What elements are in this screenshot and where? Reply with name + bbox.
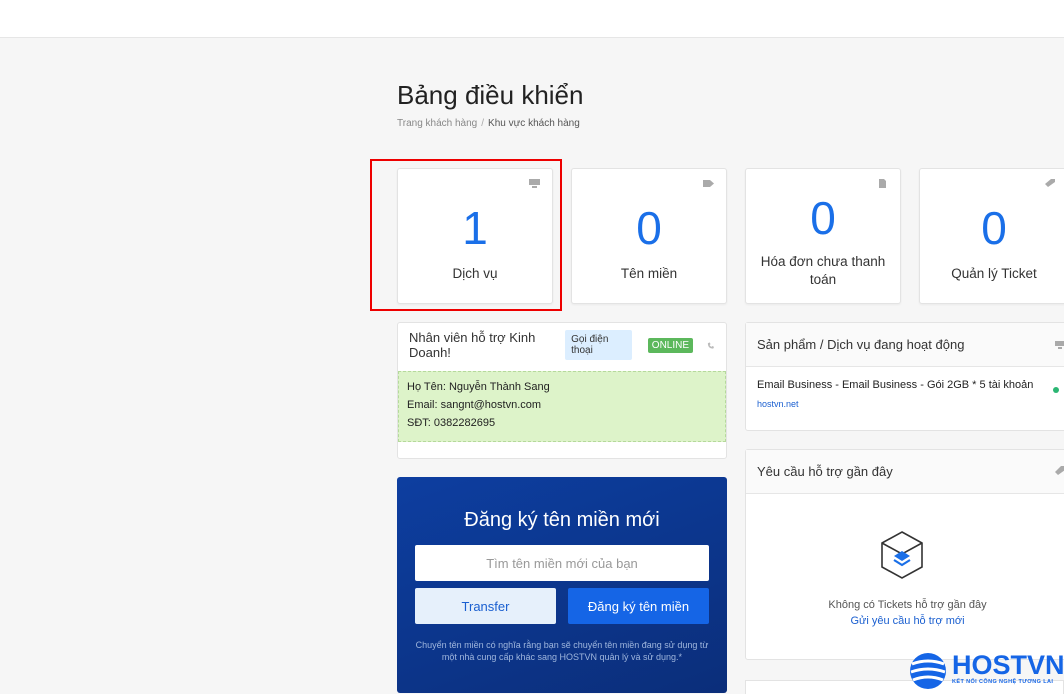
breadcrumb-current: Khu vực khách hàng	[488, 118, 580, 129]
active-services-title: Sản phẩm / Dịch vụ đang hoạt động	[757, 337, 965, 352]
active-services-card: Sản phẩm / Dịch vụ đang hoạt động Email …	[745, 322, 1064, 431]
stat-value: 0	[810, 192, 836, 244]
breadcrumb: Trang khách hàng / Khu vực khách hàng	[397, 118, 580, 129]
stat-card-tickets[interactable]: 0 Quản lý Ticket	[919, 168, 1064, 304]
transfer-note: Chuyển tên miền có nghĩa rằng bạn sẽ chu…	[415, 640, 709, 662]
monitor-icon	[1055, 341, 1064, 349]
stat-card-services[interactable]: 1 Dịch vụ	[397, 168, 553, 304]
service-name: Email Business - Email Business - Gói 2G…	[757, 379, 1034, 391]
domain-register-title: Đăng ký tên miền mới	[464, 509, 660, 531]
stat-card-invoices[interactable]: 0 Hóa đơn chưa thanh toán	[745, 168, 901, 304]
stat-label: Quản lý Ticket	[951, 266, 1037, 281]
logo-mark-icon	[910, 653, 946, 689]
document-icon	[879, 179, 886, 188]
support-staff-card: Nhân viên hỗ trợ Kinh Doanh! Gọi điện th…	[397, 322, 727, 459]
stat-value: 1	[462, 202, 488, 254]
contact-info-box: Họ Tên: Nguyễn Thành Sang Email: sangnt@…	[398, 371, 726, 442]
contact-name: Họ Tên: Nguyễn Thành Sang	[407, 381, 550, 393]
domain-register-panel: Đăng ký tên miền mới Transfer Đăng ký tê…	[397, 477, 727, 693]
recent-tickets-header: Yêu cầu hỗ trợ gần đây	[746, 450, 1064, 494]
support-card-title: Nhân viên hỗ trợ Kinh Doanh!	[409, 330, 536, 360]
active-status-dot	[1053, 387, 1059, 393]
logo-tagline: KẾT NỐI CÔNG NGHỆ TƯƠNG LAI	[952, 679, 1054, 685]
contact-email: Email: sangnt@hostvn.com	[407, 399, 542, 411]
tag-icon	[703, 180, 714, 187]
support-card-header: Nhân viên hỗ trợ Kinh Doanh! Gọi điện th…	[398, 323, 726, 367]
domain-search-input[interactable]	[415, 545, 709, 581]
stat-label: Hóa đơn chưa thanh toán	[760, 254, 886, 287]
breadcrumb-separator: /	[481, 118, 485, 129]
page-title: Bảng điều khiển	[397, 80, 584, 110]
breadcrumb-home-link[interactable]: Trang khách hàng	[397, 118, 477, 129]
stat-label: Dịch vụ	[452, 266, 498, 281]
empty-inbox-icon	[880, 531, 923, 579]
phone-icon	[707, 341, 715, 349]
hostvn-logo: HOSTVN KẾT NỐI CÔNG NGHỆ TƯƠNG LAI	[908, 648, 1064, 694]
recent-tickets-title: Yêu cầu hỗ trợ gần đây	[757, 464, 893, 479]
top-bar	[0, 0, 1064, 38]
stat-card-domains[interactable]: 0 Tên miền	[571, 168, 727, 304]
new-ticket-link[interactable]: Gửi yêu cầu hỗ trợ mới	[746, 615, 1064, 627]
stat-value: 0	[981, 202, 1007, 254]
contact-phone: SĐT: 0382282695	[407, 417, 496, 429]
transfer-button[interactable]: Transfer	[415, 588, 556, 624]
monitor-icon	[529, 179, 540, 188]
stat-value: 0	[636, 202, 662, 254]
logo-name: HOSTVN	[952, 650, 1064, 680]
active-services-header: Sản phẩm / Dịch vụ đang hoạt động	[746, 323, 1064, 367]
stat-label: Tên miền	[620, 266, 678, 281]
empty-tickets: Không có Tickets hỗ trợ gần đây Gửi yêu …	[746, 494, 1064, 627]
ticket-icon	[1055, 466, 1064, 475]
service-item[interactable]: Email Business - Email Business - Gói 2G…	[746, 367, 1064, 421]
call-button[interactable]: Gọi điện thoại	[565, 330, 632, 360]
empty-tickets-text: Không có Tickets hỗ trợ gần đây	[828, 599, 987, 611]
online-status-badge: ONLINE	[647, 337, 694, 353]
ticket-icon	[1045, 179, 1055, 187]
recent-tickets-card: Yêu cầu hỗ trợ gần đây Không có Tickets …	[745, 449, 1064, 660]
service-domain-link[interactable]: hostvn.net	[757, 399, 1058, 409]
register-domain-button[interactable]: Đăng ký tên miền	[568, 588, 709, 624]
